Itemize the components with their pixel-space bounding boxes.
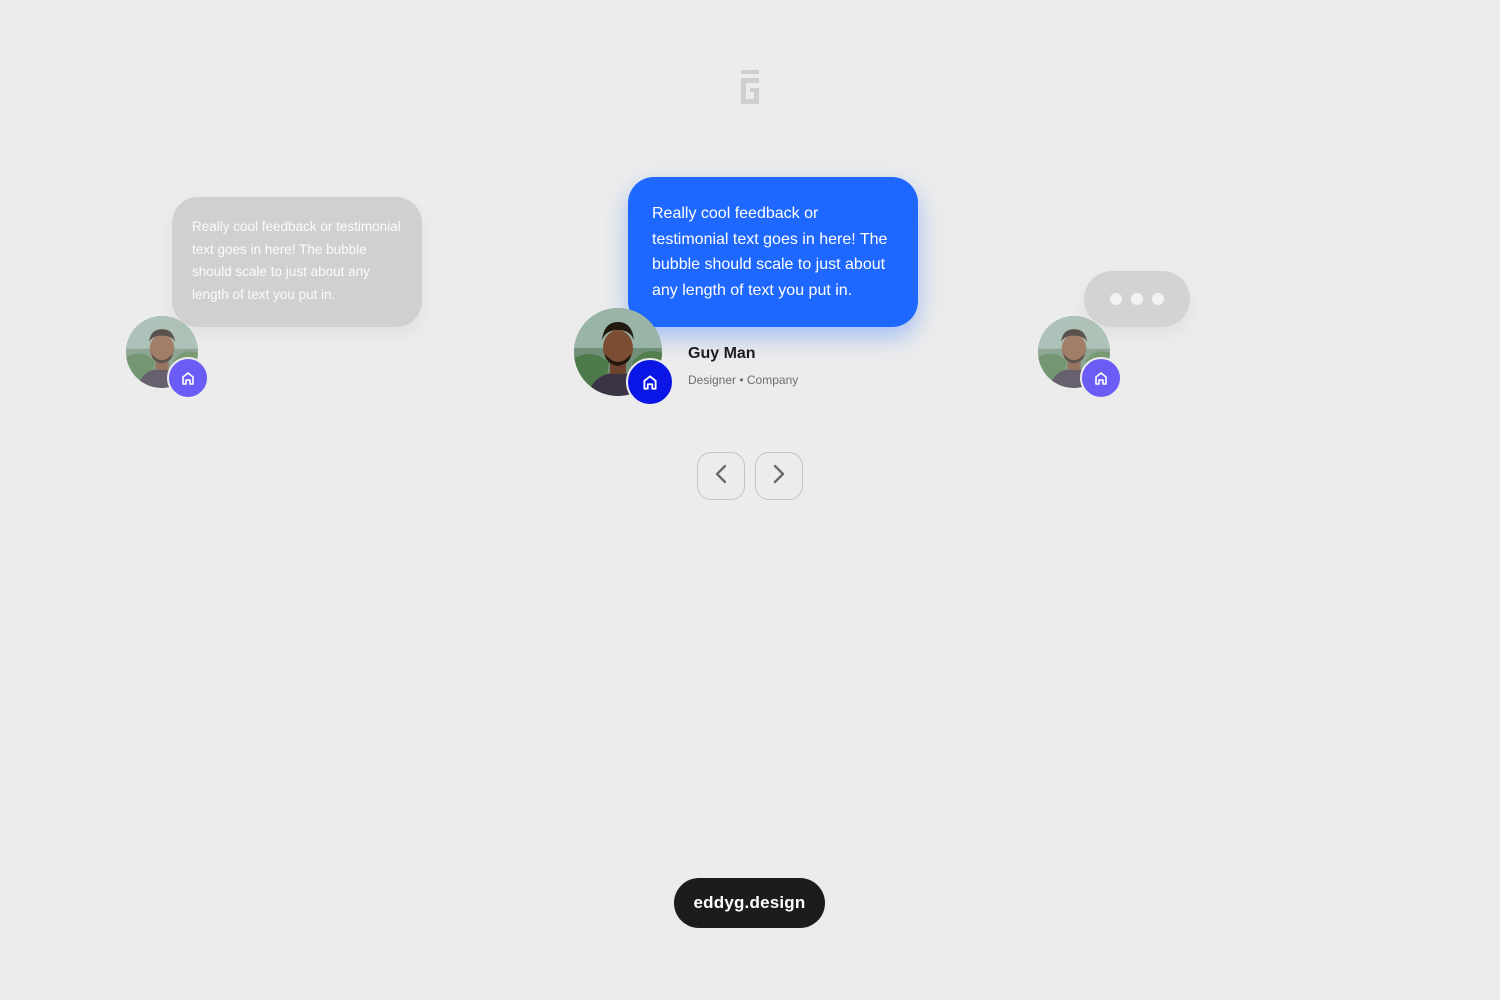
carousel-fade-right <box>1370 120 1500 520</box>
logo-icon <box>741 70 759 104</box>
home-icon <box>1080 357 1122 399</box>
previous-button[interactable] <box>697 452 745 500</box>
home-icon <box>626 358 674 406</box>
testimonial-text: Really cool feedback or testimonial text… <box>192 219 401 302</box>
home-icon <box>167 357 209 399</box>
typing-dot <box>1152 293 1164 305</box>
next-button[interactable] <box>755 452 803 500</box>
chevron-right-icon <box>772 464 786 489</box>
typing-indicator-bubble <box>1084 271 1190 327</box>
testimonial-bubble-main: Really cool feedback or testimonial text… <box>628 177 918 327</box>
testimonial-text: Really cool feedback or testimonial text… <box>652 205 888 299</box>
typing-dot <box>1110 293 1122 305</box>
carousel-fade-left <box>0 120 130 520</box>
author-name: Guy Man <box>688 345 756 362</box>
testimonial-bubble-left: Really cool feedback or testimonial text… <box>172 197 422 327</box>
typing-dot <box>1131 293 1143 305</box>
author-role: Designer • Company <box>688 373 799 387</box>
footer-label: eddyg.design <box>693 893 806 912</box>
chevron-left-icon <box>714 464 728 489</box>
footer-site-link[interactable]: eddyg.design <box>674 878 825 928</box>
